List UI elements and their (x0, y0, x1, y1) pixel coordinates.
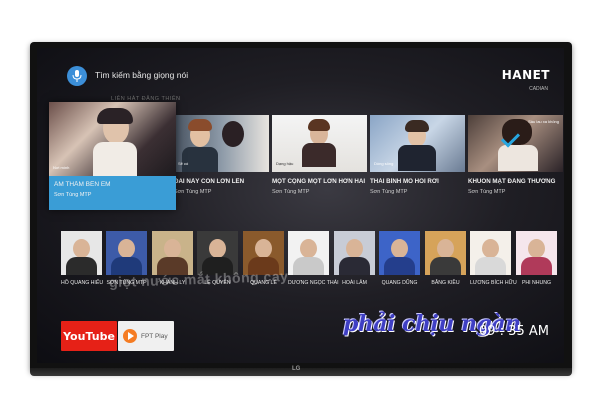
video-thumbnail: Dòng sông (370, 115, 465, 172)
artist-photo (334, 231, 375, 275)
video-title: ĐAI NÀY CON LỚN LÊN (174, 178, 245, 185)
video-artist: Sơn Tùng MTP (174, 189, 212, 195)
artist-tile[interactable]: LƯƠNG BÍCH HỮU (470, 231, 517, 286)
play-icon (123, 329, 137, 343)
video-artist: Sơn Tùng MTP (54, 192, 92, 198)
video-info-panel: ÂM THẦM BÊN EM Sơn Tùng MTP (49, 176, 176, 210)
artist-photo (152, 231, 193, 275)
video-thumbnail: Nơi mình (49, 102, 176, 176)
artist-tile[interactable]: DƯƠNG NGỌC THÁI (288, 231, 339, 286)
youtube-app-button[interactable]: YouTube (61, 321, 117, 351)
video-card-focused[interactable]: Nơi mình ÂM THẦM BÊN EM Sơn Tùng MTP (49, 102, 176, 210)
artist-name: QUANG DŨNG (381, 280, 418, 286)
artist-photo (197, 231, 238, 275)
video-caption: Dạng hậu (276, 161, 294, 166)
tv-stand-chin (30, 368, 572, 376)
voice-search-label[interactable]: Tìm kiếm bằng giọng nói (95, 70, 188, 80)
artist-name: BẰNG KIỀU (431, 280, 460, 286)
artist-tile[interactable]: PHI NHUNG (516, 231, 557, 286)
artist-name: PHI NHUNG (521, 280, 552, 286)
video-caption: Sầu lau xa không (528, 119, 559, 124)
video-card[interactable]: Sẽ có ĐAI NÀY CON LỚN LÊN Sơn Tùng MTP (174, 115, 269, 195)
artist-photo (379, 231, 420, 275)
youtube-app-label: YouTube (63, 329, 115, 343)
artist-name: DƯƠNG NGỌC THÁI (288, 280, 339, 286)
artist-photo (288, 231, 329, 275)
video-caption: Nơi mình (53, 165, 70, 170)
artist-photo (516, 231, 557, 275)
video-thumbnail: Sầu lau xa không (468, 115, 563, 172)
fpt-play-app-button[interactable]: FPT Play (118, 321, 174, 351)
artist-name: LƯƠNG BÍCH HỮU (470, 280, 517, 286)
video-thumbnail: Sẽ có (174, 115, 269, 172)
artist-tile[interactable]: QUANG DŨNG (379, 231, 420, 286)
video-card[interactable]: Sầu lau xa không KHUÔN MẶT ĐÁNG THƯƠNG S… (468, 115, 563, 195)
artist-photo (106, 231, 147, 275)
microphone-icon[interactable] (67, 66, 87, 86)
artist-name: HỒ QUANG HIẾU (61, 280, 104, 286)
video-title: KHUÔN MẶT ĐÁNG THƯƠNG (468, 178, 556, 185)
brand-logo: HANET (501, 68, 550, 82)
artist-photo (470, 231, 511, 275)
brand-subtitle: CADIAN (529, 86, 548, 92)
fpt-play-app-label: FPT Play (141, 332, 168, 340)
video-title: ÂM THẦM BÊN EM (54, 181, 111, 188)
tv-screen: Tìm kiếm bằng giọng nói HANET CADIAN LIÊ… (37, 48, 564, 363)
video-artist: Sơn Tùng MTP (370, 189, 408, 195)
video-artist: Sơn Tùng MTP (468, 189, 506, 195)
video-card[interactable]: Dòng sông THÁI BÌNH MỒ HÔI RƠI Sơn Tùng … (370, 115, 465, 195)
artist-tile[interactable]: HOÀI LÂM (334, 231, 375, 286)
artist-photo (425, 231, 466, 275)
artist-tile[interactable]: HỒ QUANG HIẾU (61, 231, 104, 286)
video-thumbnail: Dạng hậu (272, 115, 367, 172)
artist-name: HOÀI LÂM (342, 280, 367, 286)
video-card[interactable]: Dạng hậu MỘT CỘNG MỘT LỚN HƠN HAI Sơn Tù… (272, 115, 367, 195)
artist-tile[interactable]: BẰNG KIỀU (425, 231, 466, 286)
video-caption: Sẽ có (178, 161, 189, 166)
video-title: MỘT CỘNG MỘT LỚN HƠN HAI (272, 178, 366, 185)
artist-photo (61, 231, 102, 275)
tv-brand-logo: LG (292, 366, 301, 372)
video-artist: Sơn Tùng MTP (272, 189, 310, 195)
video-title: THÁI BÌNH MỒ HÔI RƠI (370, 178, 439, 185)
clock: 09 : 35 AM (479, 324, 549, 339)
video-caption: Dòng sông (374, 161, 394, 166)
